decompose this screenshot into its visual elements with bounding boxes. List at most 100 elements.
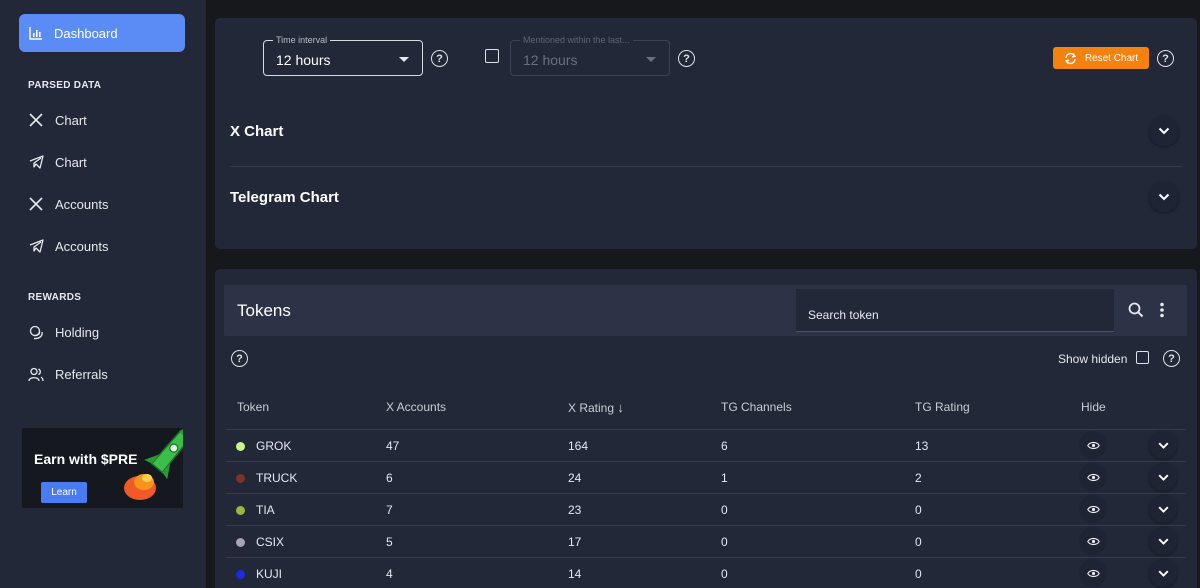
mentioned-checkbox[interactable] [485,49,499,63]
table-row[interactable]: TRUCK 6 24 1 2 [226,461,1186,493]
tg-rating-value: 0 [915,503,922,517]
more-options-icon[interactable] [1159,302,1165,318]
expand-row-button[interactable] [1149,527,1177,555]
telegram-icon [28,238,44,254]
mentioned-legend: Mentioned within the last... [520,35,633,45]
x-logo-icon [28,112,44,128]
show-hidden-checkbox[interactable] [1136,351,1149,364]
hide-token-button[interactable] [1079,495,1107,523]
users-icon [28,366,44,382]
eye-icon [1086,505,1100,514]
chevron-down-icon [1158,193,1170,201]
tg-channels-value: 0 [721,535,728,549]
expand-row-button[interactable] [1149,495,1177,523]
nav-telegram-accounts[interactable]: Accounts [28,236,108,256]
search-input[interactable]: Search token [796,289,1114,332]
chevron-down-icon [1158,506,1169,513]
column-header-x-rating[interactable]: X Rating ↓ [568,400,624,415]
reset-chart-label: Reset Chart [1084,52,1139,64]
eye-icon [1086,473,1100,482]
nav-telegram-accounts-label: Accounts [55,238,109,254]
expand-row-button[interactable] [1149,463,1177,491]
expand-row-button[interactable] [1149,559,1177,587]
hide-token-button[interactable] [1079,527,1107,555]
nav-holding[interactable]: Holding [28,322,99,342]
nav-x-chart[interactable]: Chart [28,110,87,130]
tg-channels-value: 0 [721,567,728,581]
reset-chart-button[interactable]: Reset Chart [1053,47,1149,69]
eye-icon [1086,569,1100,578]
charts-panel: Time interval 12 hours ? Mentioned withi… [215,18,1197,249]
expand-row-button[interactable] [1149,431,1177,459]
show-hidden-label: Show hidden [1058,352,1128,366]
help-icon[interactable]: ? [678,50,695,67]
nav-referrals[interactable]: Referrals [28,364,108,384]
rewards-heading: REWARDS [28,292,82,303]
column-header-token[interactable]: Token [237,400,269,414]
coins-icon [28,324,44,340]
nav-telegram-chart-label: Chart [55,154,87,170]
rocket-icon [124,429,183,500]
x-accounts-value: 5 [386,535,393,549]
parsed-data-heading: PARSED DATA [28,80,102,91]
table-row[interactable]: KUJI 4 14 0 0 [226,557,1186,588]
token-name: KUJI [256,567,283,581]
divider [230,166,1182,167]
nav-dashboard[interactable]: Dashboard [19,14,185,52]
telegram-icon [28,154,44,170]
chevron-down-icon [1158,474,1169,481]
column-header-tg-channels[interactable]: TG Channels [721,400,792,414]
learn-button[interactable]: Learn [41,482,87,503]
tg-rating-value: 13 [915,439,929,453]
column-header-x-accounts[interactable]: X Accounts [386,400,446,414]
search-icon[interactable] [1128,302,1144,318]
hide-token-button[interactable] [1079,431,1107,459]
token-color-dot [236,506,245,515]
help-icon[interactable]: ? [431,50,448,67]
token-color-dot [236,538,245,547]
chevron-down-icon [646,57,656,62]
x-rating-value: 14 [568,567,582,581]
hide-token-button[interactable] [1079,463,1107,491]
column-header-tg-rating[interactable]: TG Rating [915,400,970,414]
nav-x-chart-label: Chart [55,112,87,128]
expand-x-chart-button[interactable] [1149,116,1179,146]
table-row[interactable]: GROK 47 164 6 13 [226,429,1186,461]
hide-token-button[interactable] [1079,559,1107,587]
table-row[interactable]: CSIX 5 17 0 0 [226,525,1186,557]
token-name: TRUCK [256,471,298,485]
expand-telegram-chart-button[interactable] [1149,182,1179,212]
column-header-hide: Hide [1081,400,1106,414]
x-rating-value: 164 [568,439,589,453]
table-row[interactable]: TIA 7 23 0 0 [226,493,1186,525]
tg-channels-value: 6 [721,439,728,453]
chevron-down-icon [1158,570,1169,577]
nav-referrals-label: Referrals [55,366,108,382]
x-logo-icon [28,196,44,212]
nav-x-accounts[interactable]: Accounts [28,194,108,214]
token-name: TIA [256,503,275,517]
tg-channels-value: 1 [721,471,728,485]
x-chart-title[interactable]: X Chart [230,123,283,140]
x-rating-header-label: X Rating [568,401,615,415]
help-icon[interactable]: ? [1163,350,1180,367]
help-icon[interactable]: ? [1157,50,1174,67]
tokens-toolbar: Tokens Search token [224,285,1187,336]
x-rating-value: 24 [568,471,582,485]
help-icon[interactable]: ? [231,350,248,367]
tokens-title: Tokens [237,301,291,320]
eye-icon [1086,441,1100,450]
time-interval-select[interactable]: Time interval 12 hours [263,35,423,76]
telegram-chart-title[interactable]: Telegram Chart [230,189,339,206]
tg-channels-value: 0 [721,503,728,517]
time-interval-value: 12 hours [276,52,331,68]
nav-telegram-chart[interactable]: Chart [28,152,87,172]
mentioned-select[interactable]: Mentioned within the last... 12 hours [510,35,670,76]
tg-rating-value: 0 [915,535,922,549]
x-accounts-value: 47 [386,439,400,453]
refresh-icon [1064,52,1076,64]
x-accounts-value: 4 [386,567,393,581]
search-placeholder: Search token [808,308,879,322]
x-rating-value: 17 [568,535,582,549]
nav-dashboard-label: Dashboard [54,25,118,41]
